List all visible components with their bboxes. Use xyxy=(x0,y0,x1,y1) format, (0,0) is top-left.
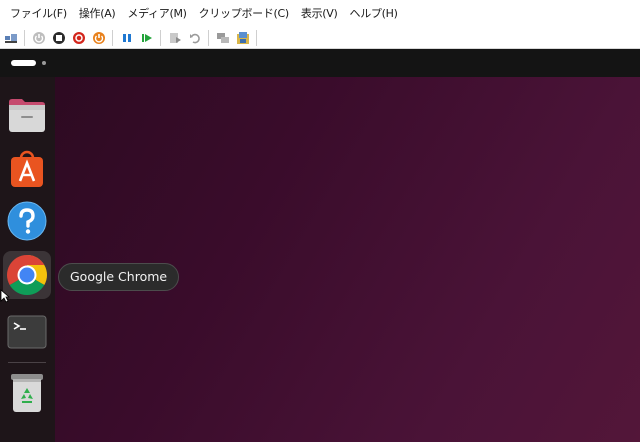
dock-item-trash[interactable] xyxy=(3,369,51,417)
menu-action[interactable]: 操作(A) xyxy=(73,0,122,27)
toolbar-separator xyxy=(160,29,161,46)
workspace-indicator-active[interactable] xyxy=(11,60,36,66)
help-icon xyxy=(7,201,47,241)
dock-item-help[interactable] xyxy=(3,197,51,245)
menu-bar: ファイル(F) 操作(A) メディア(M) クリップボード(C) 表示(V) ヘ… xyxy=(0,0,640,27)
toolbar-separator xyxy=(112,29,113,46)
menu-help[interactable]: ヘルプ(H) xyxy=(344,0,404,27)
vm-screen[interactable]: Google Chrome xyxy=(0,49,640,442)
mouse-cursor-icon xyxy=(0,289,10,303)
pause-icon[interactable] xyxy=(118,29,135,46)
revert-icon[interactable] xyxy=(186,29,203,46)
enhanced-session-icon[interactable] xyxy=(214,29,231,46)
shut-down-icon[interactable] xyxy=(70,29,87,46)
toolbar-separator xyxy=(208,29,209,46)
app-center-icon xyxy=(11,150,43,187)
menu-view[interactable]: 表示(V) xyxy=(295,0,344,27)
checkpoint-icon[interactable] xyxy=(166,29,183,46)
turn-off-icon[interactable] xyxy=(50,29,67,46)
dock-item-terminal[interactable] xyxy=(3,308,51,356)
dock-separator xyxy=(8,362,46,363)
dock-tooltip: Google Chrome xyxy=(58,263,180,291)
toolbar-separator xyxy=(256,29,257,46)
terminal-icon xyxy=(7,315,47,349)
workspace-indicator-dot[interactable] xyxy=(42,61,46,65)
folder-icon xyxy=(9,99,45,132)
power-icon[interactable] xyxy=(90,29,107,46)
resume-icon[interactable] xyxy=(138,29,155,46)
gnome-top-bar xyxy=(0,49,640,77)
share-icon[interactable] xyxy=(234,29,251,46)
dock-item-files[interactable] xyxy=(3,91,51,139)
menu-media[interactable]: メディア(M) xyxy=(121,0,192,27)
dock-item-google-chrome[interactable] xyxy=(3,251,51,299)
trash-icon xyxy=(11,374,43,412)
dock-item-ubuntu-software[interactable] xyxy=(3,145,51,193)
toolbar xyxy=(0,27,640,49)
menu-file[interactable]: ファイル(F) xyxy=(4,0,73,27)
start-icon[interactable] xyxy=(30,29,47,46)
toolbar-separator xyxy=(24,29,25,46)
chrome-icon xyxy=(7,255,47,295)
dock xyxy=(0,77,55,442)
ctrl-alt-del-icon[interactable] xyxy=(2,29,19,46)
menu-clipboard[interactable]: クリップボード(C) xyxy=(193,0,295,27)
